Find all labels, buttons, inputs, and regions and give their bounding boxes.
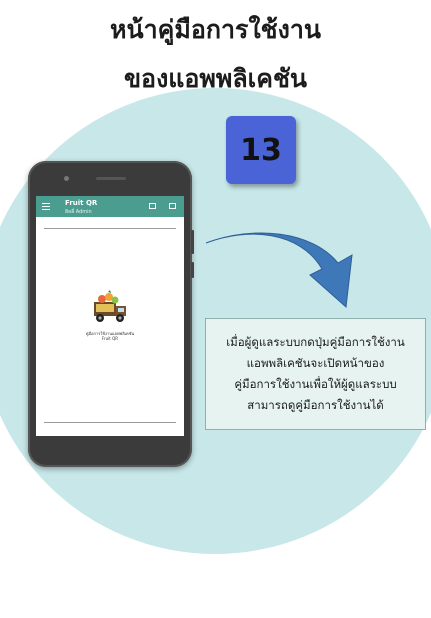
curved-arrow-icon	[205, 232, 353, 309]
description-line-2: แอพพลิเคชันจะเปิดหน้าของ	[246, 356, 385, 370]
app-title: Fruit QR	[65, 199, 98, 207]
content-divider-top	[44, 228, 176, 229]
step-badge: 13	[226, 116, 296, 184]
phone-volume-button	[191, 230, 194, 254]
logout-icon[interactable]	[169, 203, 176, 209]
fruit-truck-logo-icon	[94, 290, 126, 322]
description-line-4: สามารถดูคู่มือการใช้งานได้	[247, 398, 384, 412]
phone-power-button	[191, 262, 194, 278]
description-box: เมื่อผู้ดูแลระบบกดปุ่มคู่มือการใช้งาน แอ…	[205, 318, 426, 430]
image-icon[interactable]	[149, 203, 156, 209]
app-subtitle: สิลลี่ Admin	[65, 209, 92, 215]
page-title-line1: หน้าคู่มือการใช้งาน	[110, 15, 321, 44]
phone-mockup: Fruit QR สิลลี่ Admin คู่มือการใช้งานแอพ…	[28, 161, 192, 467]
hamburger-menu-icon[interactable]	[42, 203, 50, 210]
description-line-3: คู่มือการใช้งานเพื่อให้ผู้ดูแลระบบ	[234, 377, 397, 391]
app-bar: Fruit QR สิลลี่ Admin	[36, 196, 184, 217]
description-line-1: เมื่อผู้ดูแลระบบกดปุ่มคู่มือการใช้งาน	[226, 335, 405, 349]
phone-camera	[64, 176, 69, 181]
content-divider-bottom	[44, 422, 176, 423]
phone-screen: Fruit QR สิลลี่ Admin คู่มือการใช้งานแอพ…	[36, 196, 184, 436]
phone-speaker	[96, 177, 126, 180]
app-caption-name: Fruit QR	[101, 336, 119, 341]
